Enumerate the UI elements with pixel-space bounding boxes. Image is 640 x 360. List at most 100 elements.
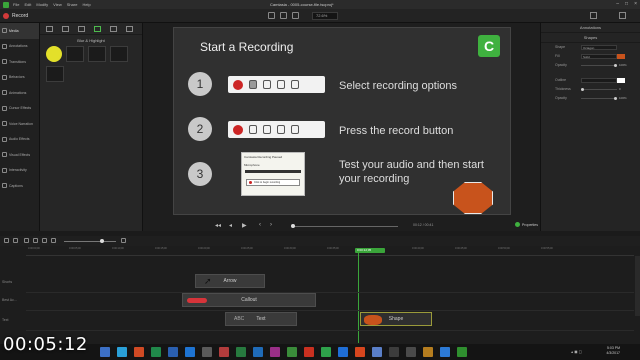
slider-handle[interactable] — [614, 97, 617, 100]
share-icon[interactable] — [619, 12, 626, 19]
sidebar-item-interactivity[interactable]: Interactivity — [0, 163, 39, 179]
taskbar-app-icon[interactable] — [304, 347, 314, 357]
taskbar-app-icon[interactable] — [134, 347, 144, 357]
menu-view[interactable]: View — [53, 2, 62, 7]
playhead-time[interactable]: 0:00:12;05 — [355, 248, 385, 253]
slider-handle[interactable] — [581, 88, 584, 91]
time-ruler[interactable]: 0:00:00;00 0:00:05;00 0:00:10;00 0:00:15… — [26, 246, 634, 256]
taskbar-app-icon[interactable] — [440, 347, 450, 357]
octagon-shape[interactable] — [453, 182, 493, 214]
undo-icon[interactable] — [4, 238, 9, 243]
fill-select[interactable]: Solid — [581, 54, 617, 59]
taskbar-app-icon[interactable] — [185, 347, 195, 357]
copy-icon[interactable] — [33, 238, 38, 243]
taskbar-app-icon[interactable] — [253, 347, 263, 357]
timeline-zoom-slider[interactable] — [64, 239, 116, 243]
outline-opacity-slider[interactable] — [581, 97, 617, 100]
clip-arrow[interactable]: ➚ Arrow — [195, 274, 265, 288]
sidebar-item-audio-effects[interactable]: Audio Effects — [0, 132, 39, 148]
properties-toggle-icon[interactable] — [590, 12, 597, 19]
properties-button[interactable]: Properties — [515, 222, 538, 227]
blur-tile[interactable] — [66, 46, 84, 62]
taskbar-app-icon[interactable] — [287, 347, 297, 357]
track-label[interactable]: Shorts — [0, 280, 26, 284]
interactive-hotspot-tile[interactable] — [46, 66, 64, 82]
sidebar-item-animations[interactable]: Animations — [0, 85, 39, 101]
slider-handle[interactable] — [100, 239, 104, 243]
shape-select[interactable]: Octagon — [581, 45, 617, 50]
slider-handle[interactable] — [614, 64, 617, 67]
slide-canvas[interactable]: Start a Recording C 1 Select recording o… — [173, 27, 511, 215]
shape-tab-icon[interactable] — [78, 26, 85, 32]
close-button[interactable]: × — [634, 1, 637, 7]
taskbar-app-icon[interactable] — [321, 347, 331, 357]
sidebar-item-media[interactable]: Media — [0, 23, 39, 39]
taskbar-app-icon[interactable] — [389, 347, 399, 357]
clip-text[interactable]: ABC Text — [225, 312, 297, 326]
scrubber-handle[interactable] — [291, 224, 295, 228]
sidebar-item-voice-narration[interactable]: Voice Narration — [0, 116, 39, 132]
timeline-scrollbar[interactable] — [635, 256, 640, 316]
arrow-tab-icon[interactable] — [62, 26, 69, 32]
play-icon[interactable]: ▶ — [242, 222, 247, 229]
clip-shape[interactable]: Shape — [360, 312, 432, 326]
cut-icon[interactable] — [24, 238, 29, 243]
sidebar-item-visual-effects[interactable]: Visual Effects — [0, 147, 39, 163]
pan-icon[interactable] — [280, 12, 287, 19]
taskbar-app-icon[interactable] — [219, 347, 229, 357]
taskbar-app-icon[interactable] — [168, 347, 178, 357]
taskbar-clock[interactable]: 5:03 PM 4/3/2017 — [606, 346, 620, 356]
taskbar-app-icon[interactable] — [355, 347, 365, 357]
callout-tab-icon[interactable] — [46, 26, 53, 32]
zoom-select[interactable]: 72.6% — [312, 12, 338, 20]
track-label[interactable]: Text — [0, 318, 26, 322]
minimize-button[interactable]: – — [616, 1, 619, 7]
pixelate-tile[interactable] — [88, 46, 106, 62]
outline-select[interactable] — [581, 78, 617, 83]
pointer-icon[interactable] — [268, 12, 275, 19]
previous-icon[interactable]: ‹ — [259, 222, 261, 228]
menu-edit[interactable]: Edit — [24, 2, 31, 7]
keystroke-tab-icon[interactable] — [126, 26, 133, 32]
sketch-tab-icon[interactable] — [110, 26, 117, 32]
preview-scrubber[interactable] — [293, 226, 398, 227]
taskbar-app-icon[interactable] — [202, 347, 212, 357]
zoom-in-icon[interactable] — [121, 238, 126, 243]
menu-file[interactable]: File — [13, 2, 19, 7]
taskbar-app-icon[interactable] — [372, 347, 382, 357]
taskbar-app-icon[interactable] — [100, 347, 110, 357]
rewind-icon[interactable]: ◂ — [229, 222, 232, 229]
split-icon[interactable] — [51, 238, 56, 243]
redo-icon[interactable] — [13, 238, 18, 243]
next-icon[interactable]: › — [270, 222, 272, 228]
record-button[interactable]: Record — [3, 11, 28, 21]
system-tray-icons[interactable]: ▴ ◼ ◻ — [571, 349, 582, 354]
taskbar-app-icon[interactable] — [270, 347, 280, 357]
sidebar-item-annotations[interactable]: Annotations — [0, 39, 39, 55]
sidebar-item-captions[interactable]: Captions — [0, 178, 39, 194]
menu-share[interactable]: Share — [67, 2, 78, 7]
sidebar-item-behaviors[interactable]: Behaviors — [0, 70, 39, 86]
highlight-tile[interactable] — [46, 46, 62, 62]
step-back-icon[interactable]: ◂◂ — [215, 222, 221, 229]
sidebar-item-transitions[interactable]: Transitions — [0, 54, 39, 70]
taskbar-app-icon[interactable] — [236, 347, 246, 357]
properties-tab[interactable]: Annotations — [541, 23, 640, 33]
taskbar-app-icon[interactable] — [151, 347, 161, 357]
blur-tab-icon[interactable] — [94, 26, 101, 32]
crop-icon[interactable] — [292, 12, 299, 19]
maximize-button[interactable]: □ — [625, 1, 628, 7]
thickness-slider[interactable] — [581, 88, 617, 91]
taskbar-app-icon[interactable] — [117, 347, 127, 357]
spotlight-tile[interactable] — [110, 46, 128, 62]
outline-color-swatch[interactable] — [617, 78, 625, 83]
sidebar-item-cursor-effects[interactable]: Cursor Effects — [0, 101, 39, 117]
menu-help[interactable]: Help — [82, 2, 90, 7]
paste-icon[interactable] — [42, 238, 47, 243]
taskbar-app-icon[interactable] — [338, 347, 348, 357]
fill-opacity-slider[interactable] — [581, 64, 617, 67]
taskbar-app-icon[interactable] — [423, 347, 433, 357]
clip-callout[interactable]: Callout — [182, 293, 316, 307]
fill-color-swatch[interactable] — [617, 54, 625, 59]
taskbar-app-icon[interactable] — [406, 347, 416, 357]
